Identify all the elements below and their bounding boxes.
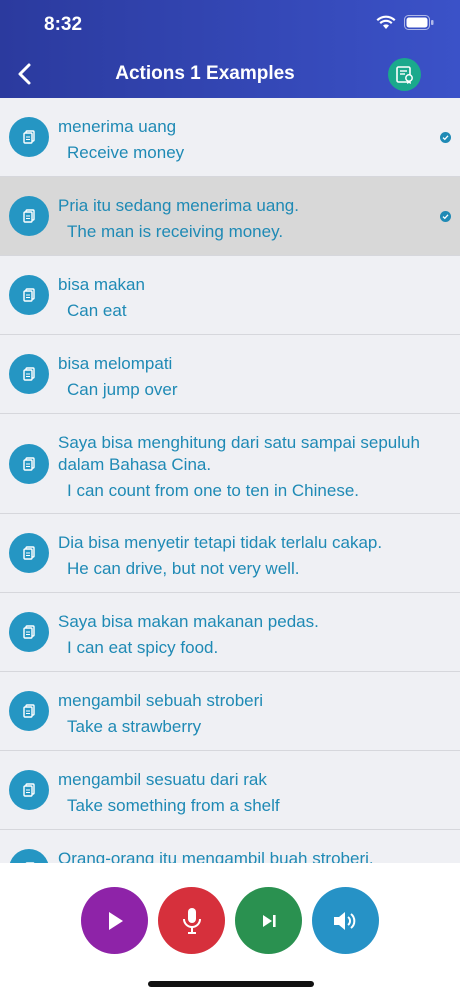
- list-item[interactable]: Pria itu sedang menerima uang. The man i…: [0, 177, 460, 256]
- list-item[interactable]: Saya bisa menghitung dari satu sampai se…: [0, 414, 460, 514]
- certificate-icon: [395, 65, 413, 84]
- list-item[interactable]: mengambil sesuatu dari rak Take somethin…: [0, 751, 460, 830]
- skip-next-icon: [262, 914, 276, 927]
- english-text: Can eat: [67, 301, 127, 320]
- status-bar: 8:32: [0, 0, 460, 50]
- english-text: The man is receiving money.: [67, 222, 284, 241]
- example-list[interactable]: menerima uang Receive money Pria itu sed…: [0, 98, 460, 863]
- copy-icon[interactable]: [9, 444, 49, 484]
- copy-icon[interactable]: [9, 849, 49, 863]
- bottom-controls: [0, 863, 460, 996]
- battery-icon: [404, 15, 434, 30]
- play-icon: [108, 911, 123, 930]
- indonesian-text: Dia bisa menyetir tetapi tidak terlalu c…: [58, 533, 383, 552]
- english-text: Can jump over: [67, 380, 178, 399]
- copy-icon[interactable]: [9, 117, 49, 157]
- indonesian-text: mengambil sesuatu dari rak: [58, 770, 267, 789]
- english-text: He can drive, but not very well.: [67, 559, 300, 578]
- indonesian-text: Saya bisa makan makanan pedas.: [58, 612, 319, 631]
- indonesian-text: bisa makan: [58, 275, 145, 294]
- next-button[interactable]: [235, 887, 302, 954]
- copy-icon[interactable]: [9, 691, 49, 731]
- copy-icon[interactable]: [9, 354, 49, 394]
- copy-icon[interactable]: [9, 533, 49, 573]
- list-item[interactable]: bisa makan Can eat: [0, 256, 460, 335]
- status-time: 8:32: [44, 14, 83, 35]
- list-item[interactable]: Dia bisa menyetir tetapi tidak terlalu c…: [0, 514, 460, 593]
- list-item[interactable]: bisa melompati Can jump over: [0, 335, 460, 414]
- indonesian-text: menerima uang: [58, 117, 177, 136]
- english-text: I can eat spicy food.: [67, 638, 219, 657]
- status-icons: [376, 15, 434, 30]
- copy-icon[interactable]: [9, 196, 49, 236]
- check-icon: [440, 132, 451, 143]
- copy-icon[interactable]: [9, 770, 49, 810]
- list-item[interactable]: menerima uang Receive money: [0, 98, 460, 177]
- check-icon: [440, 211, 451, 222]
- play-button[interactable]: [81, 887, 148, 954]
- home-indicator: [148, 981, 314, 987]
- copy-icon[interactable]: [9, 612, 49, 652]
- english-text: Receive money: [67, 143, 185, 162]
- indonesian-text: bisa melompati: [58, 354, 173, 373]
- certificate-button[interactable]: [388, 58, 421, 91]
- microphone-icon: [182, 907, 201, 934]
- copy-icon[interactable]: [9, 275, 49, 315]
- speaker-button[interactable]: [312, 887, 379, 954]
- english-text: Take a strawberry: [67, 717, 202, 736]
- list-item[interactable]: Saya bisa makan makanan pedas. I can eat…: [0, 593, 460, 672]
- english-text: Take something from a shelf: [67, 796, 280, 815]
- english-text: I can count from one to ten in Chinese.: [67, 481, 360, 500]
- indonesian-text: Pria itu sedang menerima uang.: [58, 196, 299, 215]
- list-item[interactable]: mengambil sebuah stroberi Take a strawbe…: [0, 672, 460, 751]
- indonesian-text: Orang-orang itu mengambil buah stroberi.: [58, 849, 374, 863]
- list-item[interactable]: Orang-orang itu mengambil buah stroberi.: [0, 830, 460, 863]
- speaker-icon: [333, 911, 355, 930]
- record-button[interactable]: [158, 887, 225, 954]
- indonesian-text: Saya bisa menghitung dari satu sampai se…: [58, 433, 420, 474]
- header: Actions 1 Examples: [0, 50, 460, 98]
- indonesian-text: mengambil sebuah stroberi: [58, 691, 264, 710]
- wifi-icon: [376, 15, 396, 29]
